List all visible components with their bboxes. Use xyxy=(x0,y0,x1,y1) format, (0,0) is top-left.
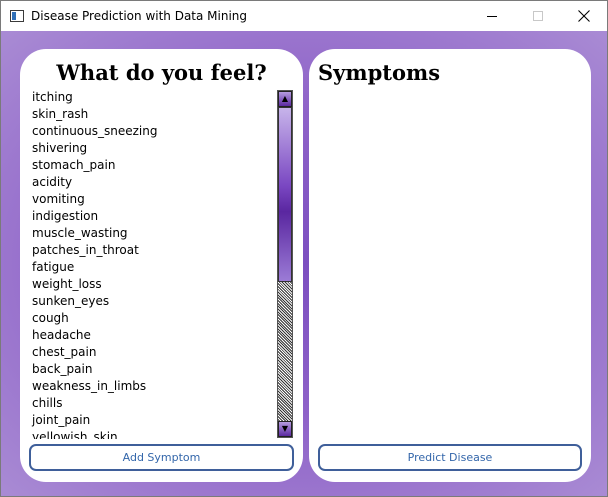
list-item[interactable]: indigestion xyxy=(28,208,295,225)
list-item[interactable]: back_pain xyxy=(28,361,295,378)
list-item[interactable]: chest_pain xyxy=(28,344,295,361)
close-button[interactable] xyxy=(561,1,607,31)
maximize-button[interactable] xyxy=(515,1,561,31)
list-item[interactable]: patches_in_throat xyxy=(28,242,295,259)
minimize-button[interactable] xyxy=(469,1,515,31)
minimize-icon xyxy=(487,15,497,17)
listbox-scrollbar[interactable]: ▲ ▼ xyxy=(277,90,293,438)
title-bar[interactable]: Disease Prediction with Data Mining xyxy=(1,1,607,31)
list-item[interactable]: sunken_eyes xyxy=(28,293,295,310)
maximize-icon xyxy=(533,11,543,21)
symptoms-heading: Symptoms xyxy=(318,60,441,85)
add-symptom-button[interactable]: Add Symptom xyxy=(29,444,294,471)
list-item[interactable]: fatigue xyxy=(28,259,295,276)
symptom-picker-panel: What do you feel? itching skin_rash contin… xyxy=(20,49,303,482)
predict-disease-button[interactable]: Predict Disease xyxy=(318,444,582,471)
window-title: Disease Prediction with Data Mining xyxy=(31,9,248,23)
picker-heading: What do you feel? xyxy=(56,60,267,85)
list-item[interactable]: skin_rash xyxy=(28,106,295,123)
list-item[interactable]: stomach_pain xyxy=(28,157,295,174)
client-area: What do you feel? itching skin_rash contin… xyxy=(1,31,607,496)
list-item[interactable]: vomiting xyxy=(28,191,295,208)
list-item[interactable]: cough xyxy=(28,310,295,327)
list-item[interactable]: itching xyxy=(28,89,295,106)
list-item[interactable]: headache xyxy=(28,327,295,344)
scroll-down-icon[interactable]: ▼ xyxy=(278,421,292,437)
app-icon xyxy=(10,10,24,22)
list-item[interactable]: weight_loss xyxy=(28,276,295,293)
list-item[interactable]: continuous_sneezing xyxy=(28,123,295,140)
list-item[interactable]: acidity xyxy=(28,174,295,191)
close-icon xyxy=(578,10,590,22)
window-controls xyxy=(469,1,607,31)
list-item[interactable]: yellowish_skin xyxy=(28,429,295,439)
list-item[interactable]: muscle_wasting xyxy=(28,225,295,242)
list-item[interactable]: chills xyxy=(28,395,295,412)
selected-symptoms-panel: Symptoms Predict Disease xyxy=(309,49,591,482)
scroll-up-icon[interactable]: ▲ xyxy=(278,91,292,107)
symptom-listbox[interactable]: itching skin_rash continuous_sneezing shive… xyxy=(28,89,295,439)
scroll-thumb[interactable] xyxy=(278,107,292,282)
list-item[interactable]: weakness_in_limbs xyxy=(28,378,295,395)
list-item[interactable]: shivering xyxy=(28,140,295,157)
list-item[interactable]: joint_pain xyxy=(28,412,295,429)
app-window: Disease Prediction with Data Mining What… xyxy=(0,0,608,497)
